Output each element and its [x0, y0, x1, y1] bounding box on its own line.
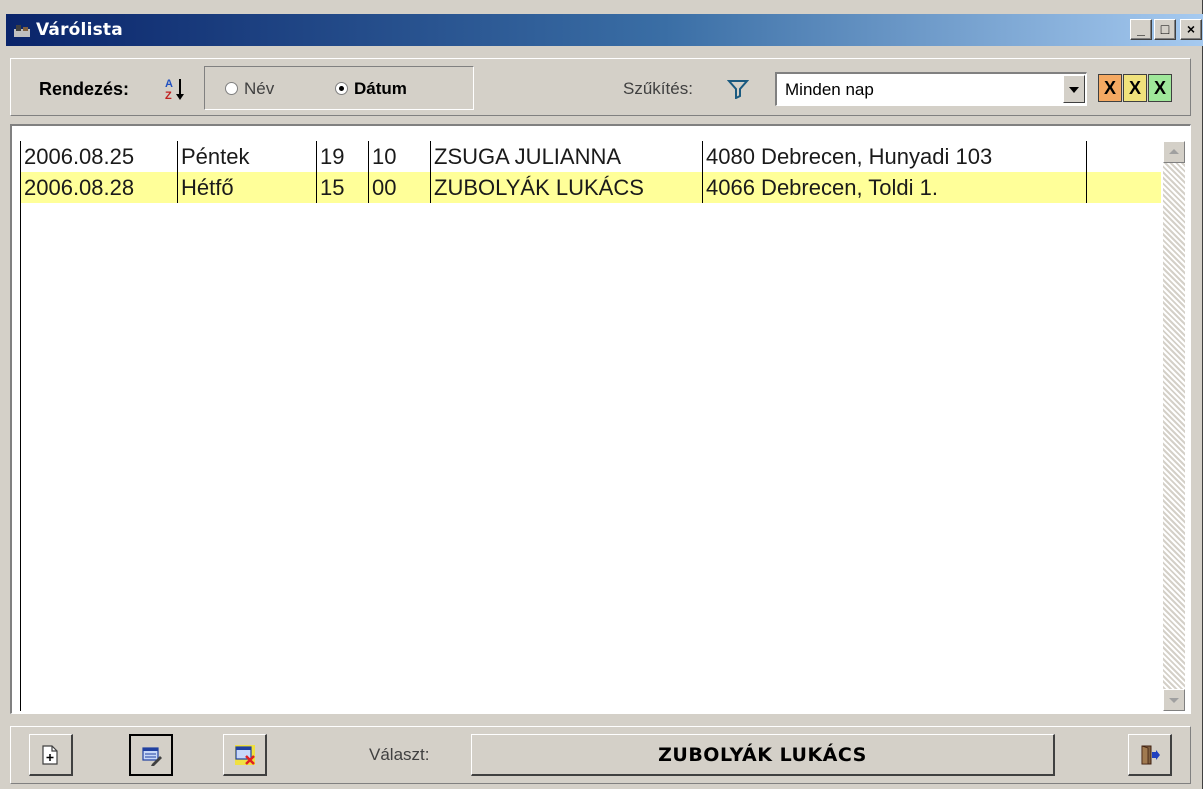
radio-name-label: Név — [244, 79, 275, 98]
chevron-down-icon[interactable] — [1063, 75, 1085, 103]
radio-dot-date — [335, 82, 348, 95]
delete-record-button[interactable] — [223, 734, 267, 776]
radio-dot-name — [225, 82, 238, 95]
select-confirm-button[interactable]: ZUBOLYÁK LUKÁCS — [471, 734, 1055, 776]
cell-address: 4080 Debrecen, Hunyadi 103 — [703, 141, 1087, 172]
delete-record-icon — [235, 745, 255, 765]
cell-name: ZUBOLYÁK LUKÁCS — [431, 172, 703, 203]
sort-az-icon[interactable]: A Z — [164, 76, 186, 102]
sort-radio-group: Név Dátum — [204, 66, 474, 110]
waiting-list-window: Várólista _ □ × Rendezés: A Z Név Dátum … — [0, 0, 1203, 789]
clear-filter-green-button[interactable]: X — [1148, 74, 1172, 102]
cell-day: Hétfő — [178, 172, 317, 203]
arrow-down-icon — [1169, 698, 1179, 703]
svg-text:Z: Z — [165, 90, 172, 102]
funnel-icon[interactable] — [727, 79, 749, 99]
close-button[interactable]: × — [1180, 19, 1202, 40]
sort-label: Rendezés: — [39, 79, 130, 99]
cell-address: 4066 Debrecen, Toldi 1. — [703, 172, 1087, 203]
maximize-icon: □ — [1160, 21, 1170, 37]
filter-dropdown-value: Minden nap — [785, 80, 874, 99]
cell-hour: 15 — [317, 172, 369, 203]
exit-door-icon — [1141, 745, 1160, 765]
minimize-icon: _ — [1137, 21, 1145, 37]
cell-name: ZSUGA JULIANNA — [431, 141, 703, 172]
toolbar: Rendezés: A Z Név Dátum Szűkítés: Minden… — [10, 58, 1191, 116]
window-title: Várólista — [36, 20, 123, 40]
filter-label: Szűkítés: — [623, 79, 693, 98]
cell-date: 2006.08.28 — [21, 172, 178, 203]
cell-hour: 19 — [317, 141, 369, 172]
bottom-bar: Választ: ZUBOLYÁK LUKÁCS — [10, 726, 1191, 784]
waiting-list: 2006.08.25 Péntek 19 10 ZSUGA JULIANNA 4… — [10, 124, 1191, 714]
scroll-up-button[interactable] — [1163, 141, 1185, 163]
exit-button[interactable] — [1128, 734, 1172, 776]
cell-minute: 00 — [369, 172, 431, 203]
minimize-button[interactable]: _ — [1130, 19, 1152, 40]
filter-dropdown[interactable]: Minden nap — [775, 72, 1087, 106]
maximize-button[interactable]: □ — [1154, 19, 1176, 40]
edit-record-icon — [142, 747, 162, 766]
cell-day: Péntek — [178, 141, 317, 172]
list-rows-area: 2006.08.25 Péntek 19 10 ZSUGA JULIANNA 4… — [20, 141, 1163, 711]
vertical-scrollbar[interactable] — [1163, 141, 1185, 711]
select-label: Választ: — [369, 745, 430, 764]
sort-by-name-radio[interactable]: Név — [225, 79, 274, 99]
sort-by-date-radio[interactable]: Dátum — [335, 79, 407, 99]
cell-extra — [1087, 172, 1161, 203]
app-icon — [14, 25, 30, 37]
clear-filter-yellow-button[interactable]: X — [1123, 74, 1147, 102]
new-record-button[interactable] — [29, 734, 73, 776]
close-icon: × — [1186, 21, 1196, 37]
list-item[interactable]: 2006.08.25 Péntek 19 10 ZSUGA JULIANNA 4… — [21, 141, 1161, 172]
cell-extra — [1087, 141, 1161, 172]
svg-text:A: A — [165, 78, 173, 90]
radio-date-label: Dátum — [354, 79, 407, 98]
cell-date: 2006.08.25 — [21, 141, 178, 172]
arrow-up-icon — [1169, 149, 1179, 154]
edit-record-button[interactable] — [129, 734, 173, 776]
title-bar[interactable]: Várólista _ □ × — [6, 14, 1203, 46]
cell-minute: 10 — [369, 141, 431, 172]
new-record-icon — [42, 745, 58, 765]
list-item-selected[interactable]: 2006.08.28 Hétfő 15 00 ZUBOLYÁK LUKÁCS 4… — [21, 172, 1161, 203]
clear-filter-orange-button[interactable]: X — [1098, 74, 1122, 102]
scroll-down-button[interactable] — [1163, 689, 1185, 711]
